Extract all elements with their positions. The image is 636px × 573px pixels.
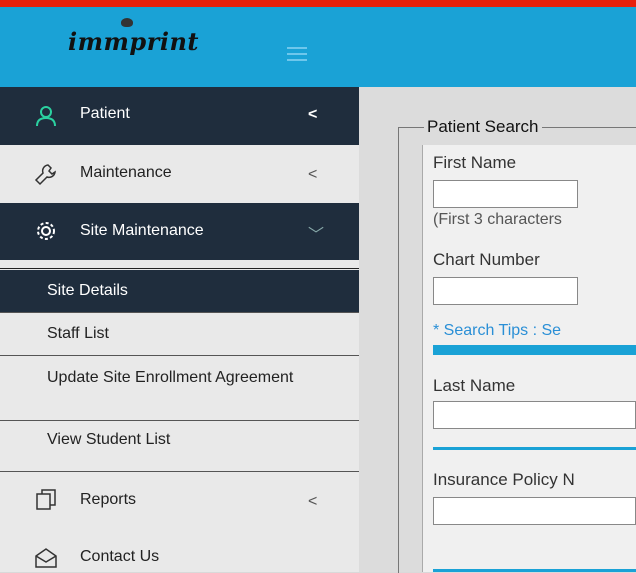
wrench-icon	[34, 164, 56, 186]
sidebar-subitem-label: Update Site Enrollment Agreement	[47, 369, 294, 386]
copy-icon	[36, 489, 56, 510]
insurance-policy-input[interactable]	[433, 497, 636, 525]
sidebar-subitem-staff-list[interactable]: Staff List	[0, 313, 359, 355]
sidebar-item-label: Site Maintenance	[80, 222, 204, 239]
search-tips-bar	[433, 345, 636, 355]
chart-number-input[interactable]	[433, 277, 578, 305]
patient-search-legend: Patient Search	[424, 117, 542, 137]
chart-number-label: Chart Number	[433, 250, 540, 269]
first-name-label: First Name	[433, 153, 517, 172]
chevron-left-icon: <	[308, 106, 318, 123]
logo: immprint	[68, 27, 199, 56]
sidebar-subitem-label: Staff List	[47, 325, 109, 342]
gear-icon	[37, 222, 55, 240]
logo-area: immprint	[0, 7, 359, 87]
divider	[433, 447, 636, 450]
sidebar-item-label: Reports	[80, 491, 137, 508]
user-icon	[36, 106, 56, 127]
sidebar-subitem-view-student-list[interactable]: View Student List	[0, 421, 359, 471]
first-name-hint: (First 3 characters	[433, 211, 562, 228]
sidebar-item-site-maintenance[interactable]: Site Maintenance ﹀	[0, 203, 359, 260]
sidebar-item-label: Patient	[80, 105, 130, 122]
sidebar-subitem-update-site-enrollment[interactable]: Update Site Enrollment Agreement	[0, 356, 359, 420]
sidebar-subitem-site-details[interactable]: Site Details	[0, 270, 359, 312]
sidebar-item-reports[interactable]: Reports <	[0, 472, 359, 530]
logo-mark-icon	[121, 18, 133, 27]
hamburger-menu-icon[interactable]	[287, 47, 307, 61]
first-name-input[interactable]	[433, 180, 578, 208]
sidebar-item-maintenance[interactable]: Maintenance <	[0, 145, 359, 203]
sidebar-item-patient[interactable]: Patient <	[0, 87, 359, 145]
sidebar-item-contact-us[interactable]: Contact Us	[0, 530, 359, 572]
sidebar-item-label: Maintenance	[80, 164, 172, 181]
chevron-left-icon: <	[308, 166, 318, 183]
sidebar-item-label: Contact Us	[80, 548, 160, 565]
top-accent-strip	[0, 0, 636, 7]
last-name-label: Last Name	[433, 376, 516, 395]
sidebar-subitem-label: Site Details	[47, 282, 128, 299]
last-name-input[interactable]	[433, 401, 636, 429]
chevron-left-icon: <	[308, 493, 318, 510]
sidebar-subitem-label: View Student List	[47, 431, 171, 448]
insurance-policy-label: Insurance Policy N	[433, 470, 575, 489]
envelope-icon	[35, 548, 57, 568]
divider	[0, 268, 359, 269]
chevron-down-icon: ﹀	[308, 227, 325, 244]
search-tips-link[interactable]: * Search Tips : Se	[433, 322, 561, 340]
